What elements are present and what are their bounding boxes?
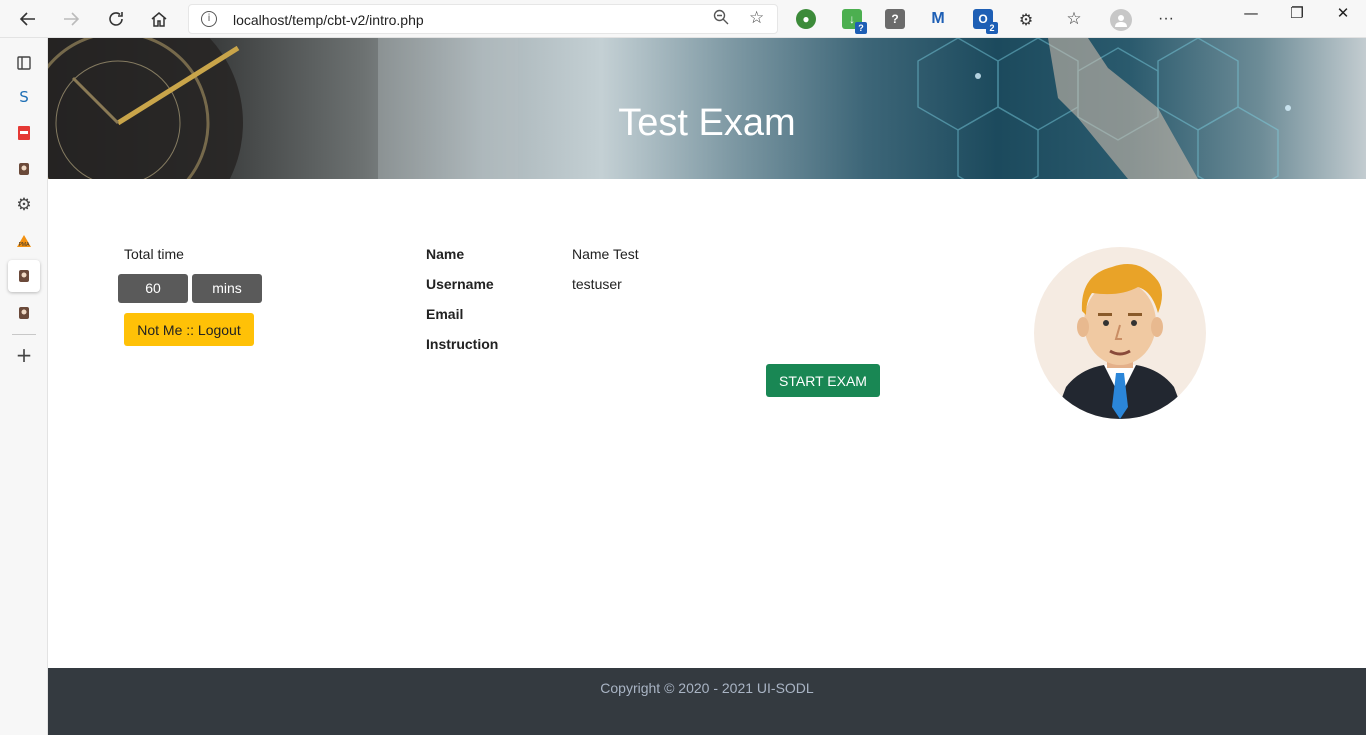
total-time-label: Total time	[124, 246, 184, 262]
office-badge: 2	[986, 22, 998, 34]
sidebar-divider	[12, 334, 36, 335]
more-icon[interactable]: ···	[1156, 9, 1176, 29]
add-favorite-icon[interactable]: ☆	[749, 8, 764, 28]
svg-text:PMA: PMA	[19, 242, 31, 248]
page-title: Test Exam	[618, 102, 796, 144]
footer: Copyright © 2020 - 2021 UI-SODL	[48, 668, 1366, 735]
pma-icon[interactable]: PMA	[12, 229, 36, 253]
pdf-icon[interactable]	[12, 121, 36, 145]
home-icon[interactable]	[145, 5, 173, 33]
restore-button[interactable]: ❐	[1282, 4, 1312, 28]
logout-button[interactable]: Not Me :: Logout	[124, 313, 254, 346]
minimize-button[interactable]: —	[1236, 4, 1266, 28]
total-time-unit: mins	[192, 274, 262, 303]
copyright-text: Copyright © 2020 - 2021 UI-SODL	[600, 680, 814, 696]
owl-extension-icon[interactable]	[12, 157, 36, 181]
username-value: testuser	[572, 276, 622, 292]
browser-toolbar: i localhost/temp/cbt-v2/intro.php ☆ ● ↓?…	[0, 0, 1366, 38]
header-banner: Test Exam	[48, 38, 1366, 179]
sync-icon[interactable]: S	[12, 85, 36, 109]
malwarebytes-icon[interactable]: M	[928, 9, 948, 29]
info-icon[interactable]: i	[201, 11, 217, 27]
download-extension-icon[interactable]: ↓?	[842, 9, 867, 34]
tab-actions-icon[interactable]	[12, 51, 36, 75]
profile-icon[interactable]	[1110, 9, 1132, 31]
forward-arrow-icon[interactable]	[57, 5, 85, 33]
email-label: Email	[426, 306, 464, 322]
back-arrow-icon[interactable]	[14, 5, 42, 33]
owl-extension-active-icon[interactable]	[8, 260, 40, 292]
help-extension-icon[interactable]: ?	[885, 9, 905, 29]
username-label: Username	[426, 276, 494, 292]
extensions-icon[interactable]: ⚙	[1016, 9, 1036, 29]
office-extension-icon[interactable]: O2	[973, 9, 998, 34]
total-time-value: 60	[118, 274, 188, 303]
address-bar[interactable]: i localhost/temp/cbt-v2/intro.php ☆	[188, 4, 778, 34]
browser-sidebar: S ⚙ PMA +	[0, 38, 48, 735]
name-label: Name	[426, 246, 465, 262]
name-value: Name Test	[572, 246, 639, 262]
close-button[interactable]: ✕	[1328, 4, 1358, 28]
page-content: Test Exam Total time 60 mins Not Me :: L…	[48, 38, 1366, 735]
download-badge: ?	[855, 22, 867, 34]
add-icon[interactable]: +	[12, 343, 36, 367]
start-exam-button[interactable]: START EXAM	[766, 364, 880, 397]
user-avatar	[1034, 247, 1206, 419]
url-text[interactable]: localhost/temp/cbt-v2/intro.php	[233, 12, 424, 28]
refresh-icon[interactable]	[102, 5, 130, 33]
settings-icon[interactable]: ⚙	[12, 193, 36, 217]
instruction-label: Instruction	[426, 336, 499, 352]
favorites-icon[interactable]: ☆	[1064, 9, 1084, 29]
zoom-out-icon[interactable]	[713, 9, 729, 29]
extension-earth-icon[interactable]: ●	[796, 9, 816, 29]
owl-extension-icon[interactable]	[12, 301, 36, 325]
